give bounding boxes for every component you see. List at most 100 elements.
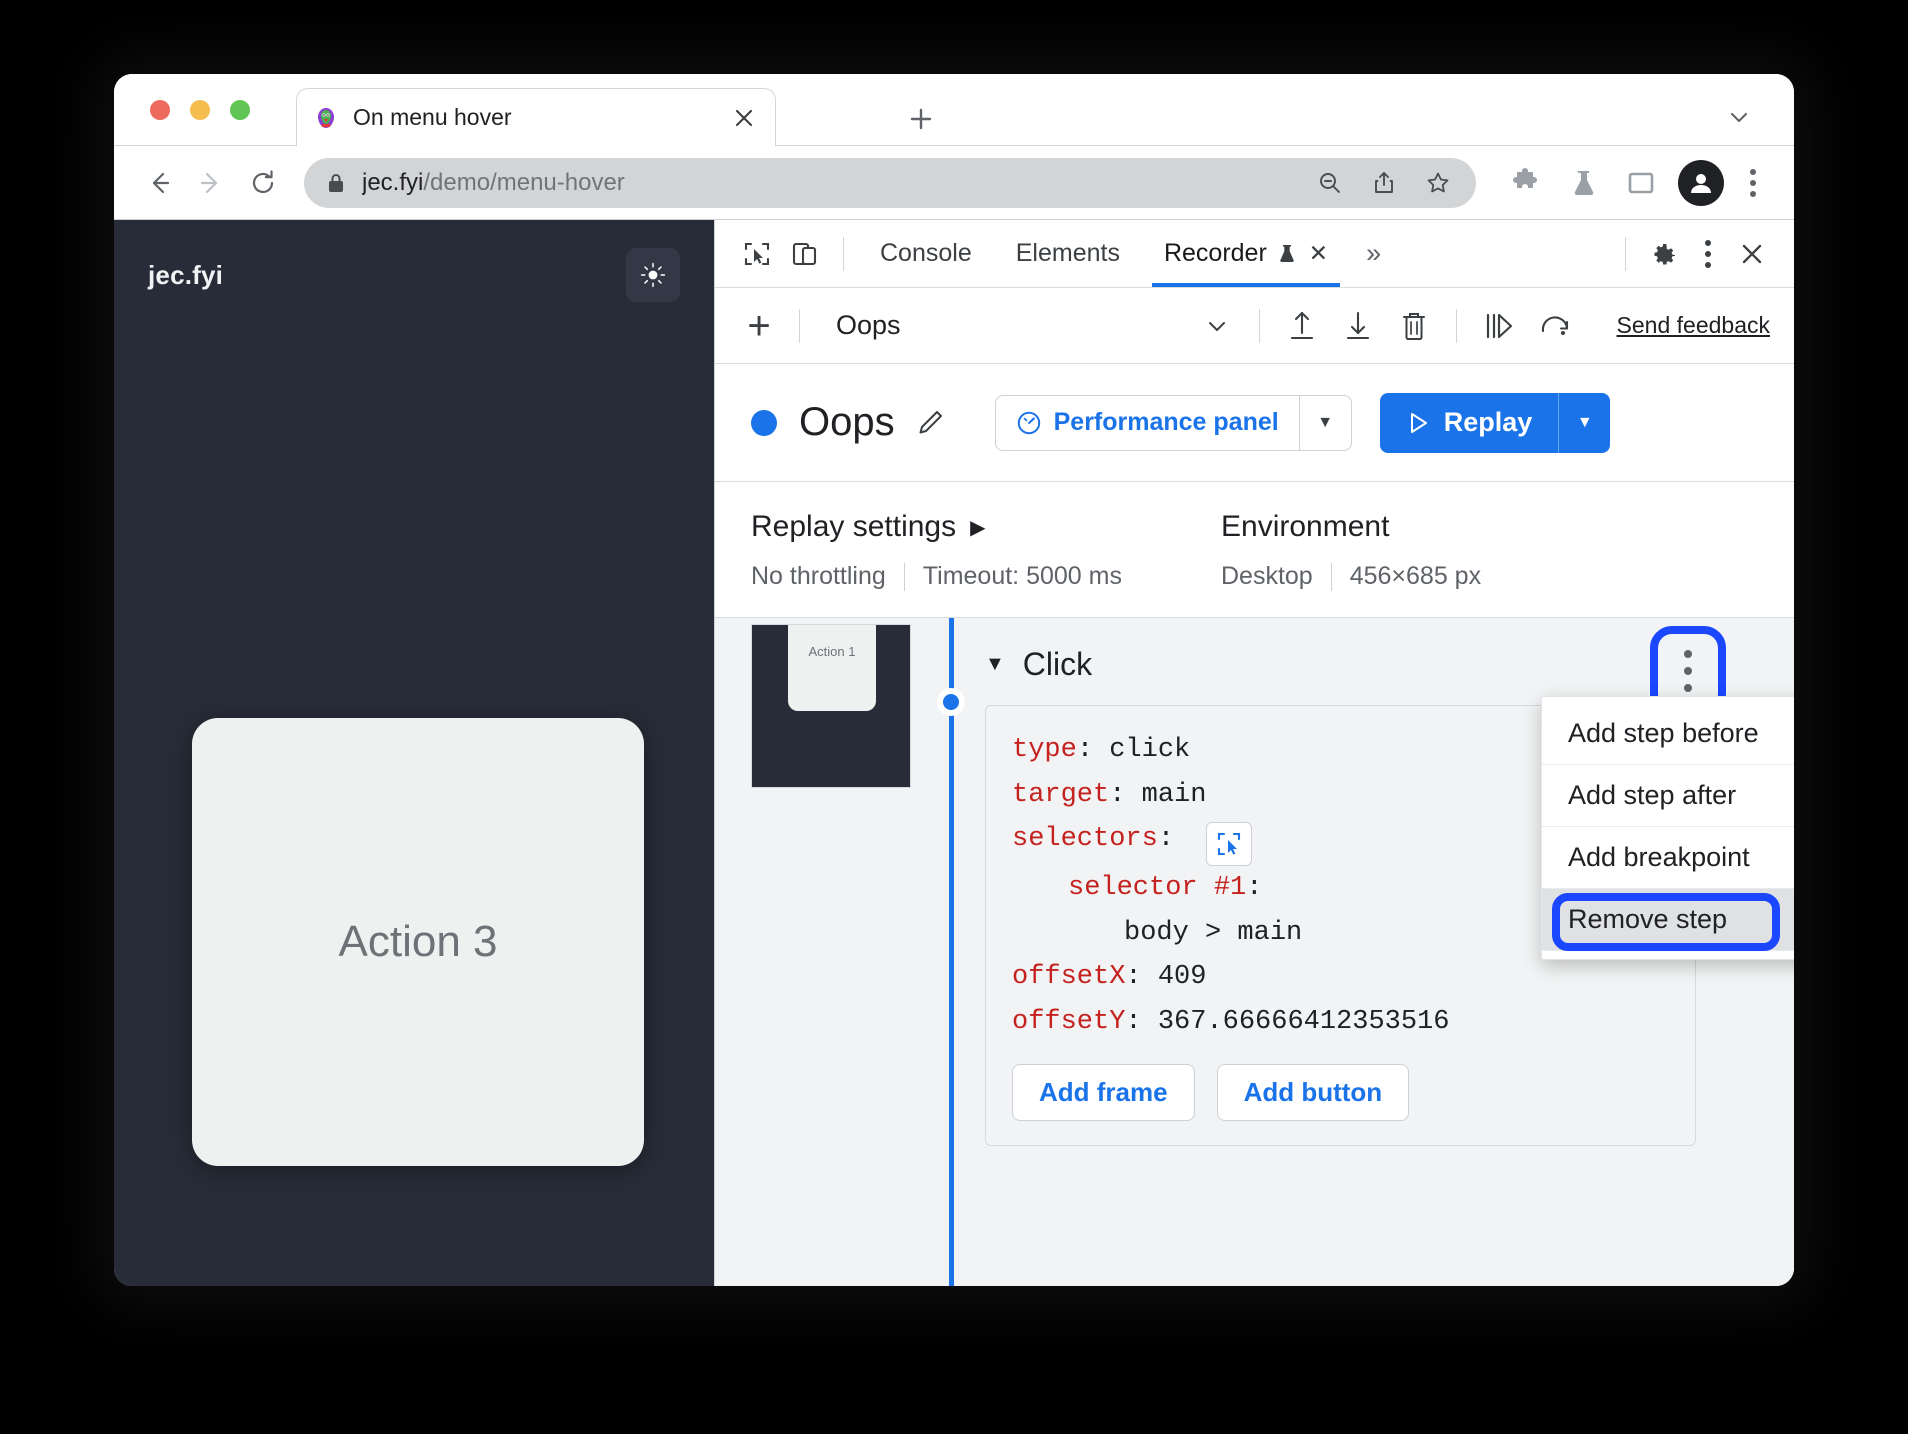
flask-icon[interactable] [1560,160,1606,206]
action-card-label: Action 3 [338,917,498,966]
divider [843,236,844,271]
plus-icon[interactable]: + [733,306,785,346]
parrot-favicon [313,105,339,131]
code-sep: : [1076,735,1110,765]
recording-header: Oops Performance panel ▼ Replay ▼ [715,364,1794,482]
menu-item-remove-step[interactable]: Remove step [1542,889,1794,951]
close-window-button[interactable] [150,100,170,120]
environment-title: Environment [1221,510,1390,543]
replay-settings-header[interactable]: Replay settings ▶ [751,510,1221,544]
code-value: main [1141,779,1207,810]
reload-icon[interactable] [240,160,286,206]
arrow-left-icon[interactable] [136,160,182,206]
divider [1258,308,1260,343]
arrow-right-icon[interactable] [188,160,234,206]
menu-item-add-breakpoint[interactable]: Add breakpoint [1542,827,1794,889]
code-sep: : [1246,873,1263,904]
page-preview: jec.fyi Action 3 [114,220,714,1286]
code-key: offsetX [1012,962,1126,993]
close-icon[interactable]: ✕ [1309,240,1328,267]
upload-icon[interactable] [1274,300,1330,352]
url-path: /demo/menu-hover [423,168,625,196]
divider [903,562,905,591]
share-icon[interactable] [1364,163,1404,203]
add-frame-button[interactable]: Add frame [1012,1064,1195,1122]
devtools-tab-bar: Console Elements Recorder ✕ » [715,220,1794,288]
triangle-right-icon: ▶ [970,516,986,539]
caret-down-icon[interactable]: ▼ [985,653,1005,676]
gear-icon[interactable] [1640,230,1688,278]
close-icon[interactable] [729,103,759,133]
chevron-down-icon[interactable] [1189,300,1245,352]
menu-item-add-step-before[interactable]: Add step before [1542,703,1794,765]
code-line: offsetX: 409 [1012,955,1669,1000]
perf-gauge-icon [1016,410,1042,436]
tab-recorder[interactable]: Recorder ✕ [1142,220,1350,287]
replay-button[interactable]: Replay [1379,392,1559,453]
close-icon[interactable] [1728,230,1776,278]
code-sep: : [1125,962,1158,993]
code-key: target [1012,779,1110,810]
device-toolbar-icon[interactable] [781,230,829,278]
code-value: 409 [1157,962,1207,993]
thumbnail-action-label: Action 1 [808,643,856,659]
device-value: Desktop [1221,562,1313,590]
replay-button-label: Replay [1443,407,1533,437]
window-controls [150,100,250,120]
download-icon[interactable] [1330,300,1386,352]
browser-tab[interactable]: On menu hover [296,88,776,146]
pencil-icon[interactable] [915,408,945,438]
action-card[interactable]: Action 3 [192,718,644,1166]
chevron-down-icon[interactable]: ▼ [1558,392,1611,453]
code-actions: Add frame Add button [1012,1064,1669,1122]
trash-icon[interactable] [1386,300,1442,352]
replay-settings-title: Replay settings [751,510,957,543]
sun-icon[interactable] [626,248,680,302]
step-context-menu: Add step before Add step after Add break… [1541,696,1794,960]
avatar[interactable] [1678,159,1724,206]
replay-again-icon[interactable] [1527,300,1583,352]
inspect-cursor-icon[interactable] [733,230,781,278]
code-value: click [1109,735,1191,765]
chevron-down-icon[interactable]: ▼ [1298,395,1351,450]
step-header[interactable]: ▼ Click [985,646,1758,683]
viewport-value: 456×685 px [1349,562,1482,590]
star-icon[interactable] [1418,163,1458,203]
send-feedback-link[interactable]: Send feedback [1617,312,1770,339]
address-bar[interactable]: jec.fyi/demo/menu-hover [304,157,1476,208]
url-host: jec.fyi [362,168,424,196]
three-dot-menu-icon[interactable] [1688,232,1728,276]
new-tab-button[interactable] [904,102,938,136]
status-badge [751,409,777,436]
step-thumbnail[interactable]: Action 1 [751,624,911,788]
code-sep: : [1157,824,1191,855]
step-details-column: ▼ Click type: click target: main selecto… [953,618,1794,1286]
tab-console[interactable]: Console [858,220,994,287]
timeline-column: Action 1 [715,618,965,1286]
chevron-double-right-icon[interactable]: » [1350,238,1397,269]
devtools-panel: Console Elements Recorder ✕ » + Oops Sen… [714,220,1794,1286]
flask-icon [1277,243,1297,265]
chevron-down-icon[interactable] [1726,104,1752,130]
side-panel-icon[interactable] [1618,160,1664,206]
lock-icon [326,172,346,194]
three-dot-menu-icon[interactable] [1734,160,1772,206]
replay-settings-section: Replay settings ▶ No throttling Timeout:… [715,482,1794,618]
step-over-icon[interactable] [1471,300,1527,352]
throttling-value: No throttling [751,562,886,590]
url-text: jec.fyi/demo/menu-hover [362,169,1296,197]
browser-window: On menu hover jec.fyi/demo/menu-hover je… [114,74,1794,1286]
performance-panel-button[interactable]: Performance panel [996,396,1299,450]
add-button-button[interactable]: Add button [1216,1064,1410,1122]
menu-item-add-step-after[interactable]: Add step after [1542,765,1794,827]
selector-picker-icon[interactable] [1206,822,1253,867]
maximize-window-button[interactable] [230,100,250,120]
recording-select-label[interactable]: Oops [836,310,1189,341]
zoom-out-icon[interactable] [1310,163,1350,203]
puzzle-icon[interactable] [1502,160,1548,206]
tab-strip: On menu hover [114,74,1794,146]
minimize-window-button[interactable] [190,100,210,120]
navigation-bar: jec.fyi/demo/menu-hover [114,146,1794,220]
tab-elements[interactable]: Elements [994,220,1142,287]
tab-elements-label: Elements [1015,239,1120,267]
